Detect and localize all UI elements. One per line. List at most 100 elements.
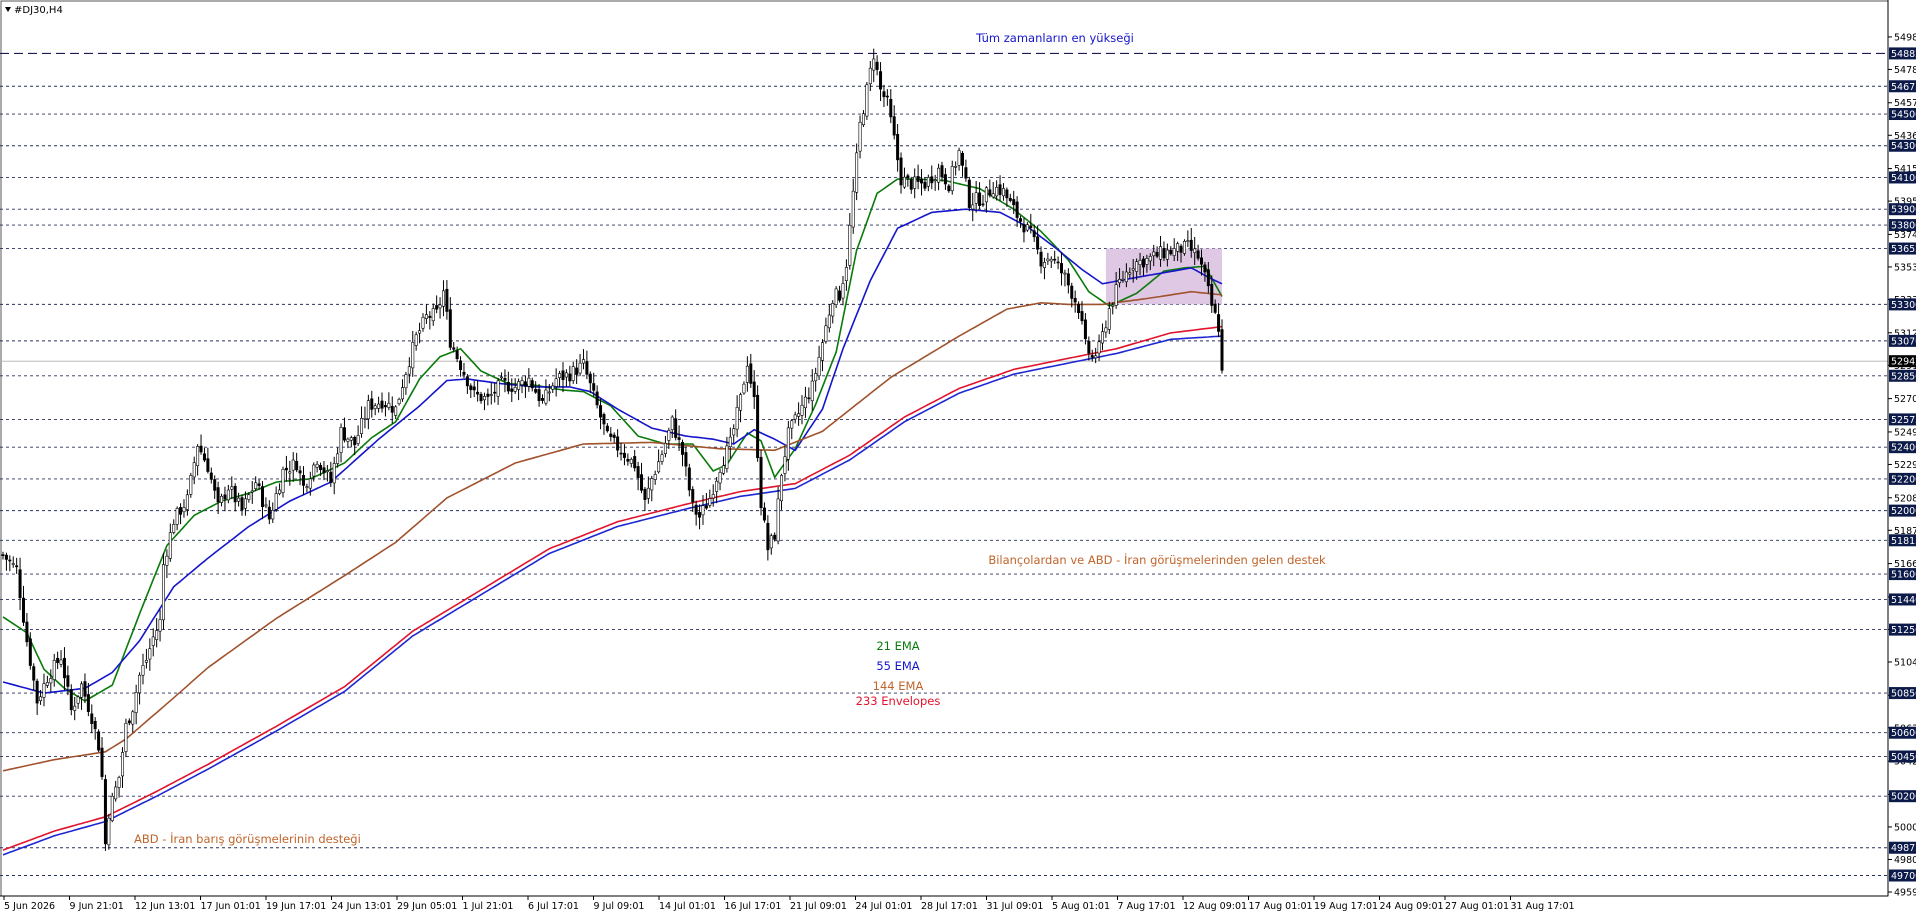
price-bar xyxy=(100,737,104,780)
price-bar xyxy=(21,585,25,627)
price-bar xyxy=(1100,323,1104,351)
price-bar xyxy=(1077,301,1081,319)
price-bar xyxy=(404,371,408,395)
price-bar xyxy=(749,353,753,388)
price-bar xyxy=(950,160,954,195)
price-bar xyxy=(435,295,439,314)
price-bar xyxy=(834,286,838,309)
price-bar xyxy=(161,553,165,630)
price-bar xyxy=(721,456,725,476)
indicator-line-1[interactable] xyxy=(2,208,1223,694)
level-price-tag-label: 49700 xyxy=(1891,871,1916,882)
price-bar xyxy=(418,322,422,344)
price-bar xyxy=(575,359,579,385)
chart-canvas[interactable]: 5498654781545715436654156539515374153536… xyxy=(0,0,1916,915)
price-bar xyxy=(83,673,87,704)
price-bar xyxy=(879,62,883,101)
price-bar xyxy=(708,489,712,508)
price-bar xyxy=(568,365,572,387)
price-bar xyxy=(189,472,193,498)
price-bar xyxy=(541,394,545,404)
price-bar xyxy=(1196,244,1200,261)
annotation-ath: Tüm zamanların en yükseği xyxy=(975,31,1134,45)
price-bar xyxy=(496,378,500,405)
price-bar xyxy=(851,178,855,234)
price-bar xyxy=(281,466,285,498)
price-bar xyxy=(790,418,794,440)
price-bar xyxy=(807,387,811,404)
level-price-tag-label: 53900 xyxy=(1891,205,1916,216)
level-price-tag-label: 52400 xyxy=(1891,443,1916,454)
price-bar xyxy=(660,450,664,465)
level-price-tag-label: 50850 xyxy=(1891,689,1916,700)
level-price-tag-label: 52850 xyxy=(1891,371,1916,382)
legend: 21 EMA 55 EMA 144 EMA 233 Envelopes xyxy=(856,639,941,708)
price-bar xyxy=(387,392,391,411)
price-bar xyxy=(383,401,387,417)
x-tick-label: 1 Jul 21:01 xyxy=(463,901,514,912)
price-bar xyxy=(848,212,852,270)
price-bar xyxy=(421,313,425,332)
price-bar xyxy=(684,446,688,477)
price-bar xyxy=(288,460,292,486)
price-bar xyxy=(978,182,982,210)
price-bar xyxy=(718,469,722,491)
price-bar xyxy=(780,473,784,510)
price-bar xyxy=(653,470,657,485)
indicator-line-4[interactable] xyxy=(2,335,1223,856)
x-tick-label: 29 Jun 05:01 xyxy=(397,901,457,912)
price-bar xyxy=(650,475,654,502)
price-bar xyxy=(824,317,828,344)
triangle-down-icon[interactable] xyxy=(5,7,11,12)
price-bar xyxy=(800,395,804,425)
price-bar xyxy=(906,173,910,187)
y-tick-label: 52081 xyxy=(1894,493,1916,504)
price-bar xyxy=(728,427,732,459)
price-bar xyxy=(967,176,971,212)
price-bar xyxy=(667,427,671,450)
price-bar xyxy=(1056,256,1060,270)
y-tick-label: 52496 xyxy=(1894,427,1916,438)
price-bar xyxy=(230,476,234,499)
price-bar xyxy=(643,486,647,512)
x-tick-label: 24 Jun 13:01 xyxy=(332,901,392,912)
level-price-tag-label: 54300 xyxy=(1891,141,1916,152)
legend-envelopes: 233 Envelopes xyxy=(856,694,941,708)
price-bar xyxy=(1060,252,1064,286)
price-bar xyxy=(674,409,678,441)
plot-frame xyxy=(0,0,1889,897)
price-bar xyxy=(482,392,486,411)
price-bar xyxy=(486,388,490,406)
level-price-tag-label: 54500 xyxy=(1891,110,1916,121)
price-bar xyxy=(264,497,268,509)
price-bar xyxy=(151,628,155,657)
chart-title-bar: #DJ30,H4 xyxy=(5,5,63,16)
y-tick-label: 50006 xyxy=(1894,822,1916,833)
price-bar xyxy=(107,814,111,850)
price-bar xyxy=(476,380,480,402)
x-tick-label: 12 Aug 09:01 xyxy=(1183,901,1247,912)
price-bar xyxy=(1008,193,1012,203)
price-bar xyxy=(414,331,418,351)
price-bar xyxy=(168,523,172,562)
price-bar xyxy=(981,194,985,207)
price-bar xyxy=(947,183,951,193)
price-bar xyxy=(237,492,241,507)
price-bar xyxy=(875,55,879,76)
price-bar xyxy=(762,502,766,523)
indicator-line-0[interactable] xyxy=(2,178,1223,702)
price-bar xyxy=(793,411,797,424)
price-bar xyxy=(838,285,842,303)
level-price-tag-label: 52000 xyxy=(1891,506,1916,517)
price-bar xyxy=(506,371,510,395)
price-bar xyxy=(479,391,483,404)
price-bar xyxy=(858,115,862,159)
level-price-tag-label: 50450 xyxy=(1891,752,1916,763)
x-tick-label: 19 Jun 17:01 xyxy=(266,901,326,912)
price-bar xyxy=(216,481,220,515)
price-bar xyxy=(844,259,848,291)
price-bar xyxy=(544,379,548,406)
price-bar xyxy=(1042,257,1046,280)
price-bar xyxy=(636,461,640,491)
price-bar xyxy=(595,385,599,409)
